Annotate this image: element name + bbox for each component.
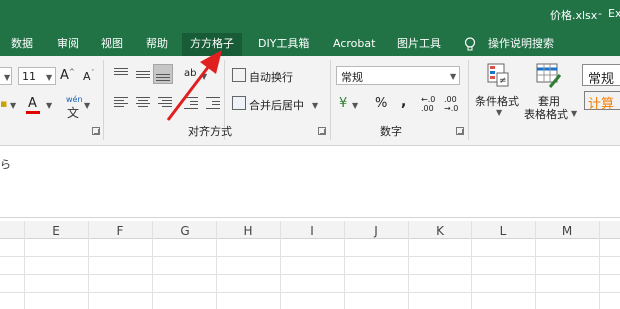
increase-decimal-button[interactable]: ←.0 .00 — [421, 95, 435, 113]
grid-column-line — [471, 221, 472, 309]
column-header-i[interactable]: I — [302, 224, 322, 238]
conditional-format-icon[interactable]: ≠ — [487, 63, 509, 87]
grid-row-line — [0, 274, 620, 275]
app-name-fragment: Ex — [608, 7, 620, 20]
wrap-text-button[interactable]: 自动换行 — [249, 69, 293, 85]
formula-bar-area[interactable] — [0, 146, 620, 218]
column-header-e[interactable]: E — [46, 224, 66, 238]
svg-text:≠: ≠ — [499, 76, 507, 86]
number-group-label: 数字 — [380, 125, 402, 138]
chevron-down-icon[interactable]: ▼ — [312, 101, 318, 110]
tab-diy-toolbox[interactable]: DIY工具箱 — [258, 33, 309, 56]
merge-center-button[interactable]: 合并后居中 — [249, 97, 304, 113]
annotation-arrow — [166, 50, 222, 121]
percent-style-button[interactable]: % — [375, 96, 387, 111]
middle-align-icon[interactable] — [136, 68, 150, 80]
grid-column-line — [88, 221, 89, 309]
column-header-f[interactable]: F — [110, 224, 130, 238]
tab-view[interactable]: 视图 — [101, 33, 123, 56]
column-header-h[interactable]: H — [238, 224, 258, 238]
normal-style-cell[interactable]: 常规 — [582, 64, 620, 87]
excel-window: { "window": { "title": "价格.xlsx", "separ… — [0, 0, 620, 309]
number-dialog-launcher[interactable] — [456, 127, 464, 135]
decrease-decimal-button[interactable]: .00 →.0 — [444, 95, 458, 113]
number-format-value: 常规 — [341, 71, 363, 84]
format-table-label-2[interactable]: 表格格式 — [524, 106, 568, 122]
increase-font-button[interactable]: A — [60, 68, 69, 83]
ribbon-separator — [103, 60, 104, 140]
chevron-down-icon[interactable]: ▼ — [46, 101, 52, 110]
ribbon-separator — [330, 60, 331, 140]
format-as-table-icon[interactable] — [536, 63, 562, 89]
align-left-icon[interactable] — [114, 97, 128, 109]
number-format-select[interactable]: 常规 ▼ — [336, 66, 460, 85]
grid-column-line — [344, 221, 345, 309]
ribbon-separator — [468, 60, 469, 140]
column-header-l[interactable]: L — [493, 224, 513, 238]
formula-bar-content: ら — [0, 158, 11, 171]
tab-review[interactable]: 审阅 — [57, 33, 79, 56]
grid-column-line — [216, 221, 217, 309]
alignment-dialog-launcher[interactable] — [318, 127, 326, 135]
lightbulb-icon — [464, 37, 476, 52]
align-center-icon[interactable] — [136, 97, 150, 109]
grid-column-line — [24, 221, 25, 309]
title-separator: - — [598, 7, 602, 20]
font-color-button[interactable]: A — [28, 96, 37, 111]
chevron-down-icon[interactable]: ▼ — [4, 73, 10, 82]
font-color-swatch — [26, 111, 40, 114]
column-header-j[interactable]: J — [366, 224, 386, 238]
chevron-down-icon: ▼ — [46, 73, 53, 82]
calc-style-label: 计算 — [588, 97, 615, 112]
chevron-down-icon[interactable]: ▼ — [571, 109, 577, 118]
chevron-down-icon[interactable]: ▼ — [496, 108, 502, 117]
column-header-k[interactable]: K — [430, 224, 450, 238]
column-header-m[interactable]: M — [557, 224, 577, 238]
grid-column-line — [599, 221, 600, 309]
chevron-down-icon: ▼ — [450, 72, 457, 81]
top-align-icon[interactable] — [114, 68, 128, 80]
fill-color-icon[interactable]: ▪ — [0, 97, 7, 110]
conditional-format-button[interactable]: 条件格式 — [475, 93, 519, 109]
phonetic-guide-button[interactable]: wén — [66, 95, 83, 104]
normal-style-label: 常规 — [588, 72, 615, 87]
grid-column-line — [152, 221, 153, 309]
grid-column-line — [408, 221, 409, 309]
grid-row-line — [0, 292, 620, 293]
caret-down-icon: ˇ — [91, 69, 95, 77]
chevron-down-icon[interactable]: ▼ — [10, 101, 16, 110]
caret-up-icon: ^ — [69, 68, 75, 76]
tab-picture-tools[interactable]: 图片工具 — [397, 33, 441, 56]
chevron-down-icon[interactable]: ▼ — [84, 101, 90, 110]
decrease-font-button[interactable]: A — [83, 70, 91, 83]
grid-column-line — [280, 221, 281, 309]
currency-icon[interactable]: ¥ — [339, 96, 347, 111]
chevron-down-icon[interactable]: ▼ — [352, 101, 358, 110]
tab-data[interactable]: 数据 — [11, 33, 33, 56]
grid-row-line — [0, 256, 620, 257]
font-dialog-launcher[interactable] — [92, 127, 100, 135]
grid-column-line — [535, 221, 536, 309]
window-title: 价格.xlsx — [550, 9, 598, 22]
phonetic-char-icon: 文 — [67, 106, 80, 120]
tell-me-search[interactable]: 操作说明搜索 — [488, 33, 554, 56]
tab-acrobat[interactable]: Acrobat — [333, 33, 375, 56]
font-size-box[interactable]: 11 ▼ — [18, 67, 56, 85]
font-size-value: 11 — [22, 70, 36, 83]
calc-style-cell[interactable]: 计算 — [584, 91, 620, 112]
column-header-g[interactable]: G — [175, 224, 195, 238]
comma-style-button[interactable]: , — [401, 94, 406, 110]
